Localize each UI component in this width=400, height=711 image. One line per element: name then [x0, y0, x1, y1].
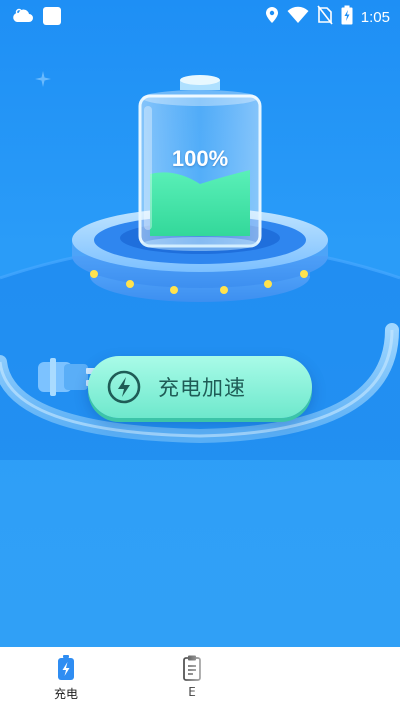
nav-label-charge: 充电: [53, 687, 78, 701]
charging-screen: 1:05 100% 充电加速 充电: [0, 0, 400, 711]
nav-item-charge[interactable]: 充电: [26, 647, 106, 711]
charge-boost-button[interactable]: 充电加速: [88, 356, 312, 418]
charge-boost-label: 充电加速: [158, 376, 246, 400]
battery-percent: 100%: [171, 146, 229, 171]
battery-charging-icon: [57, 655, 75, 681]
lightning-icon: [106, 369, 142, 405]
bottom-nav: 充电 E: [0, 647, 400, 711]
nav-fade-overlay: [185, 647, 400, 711]
